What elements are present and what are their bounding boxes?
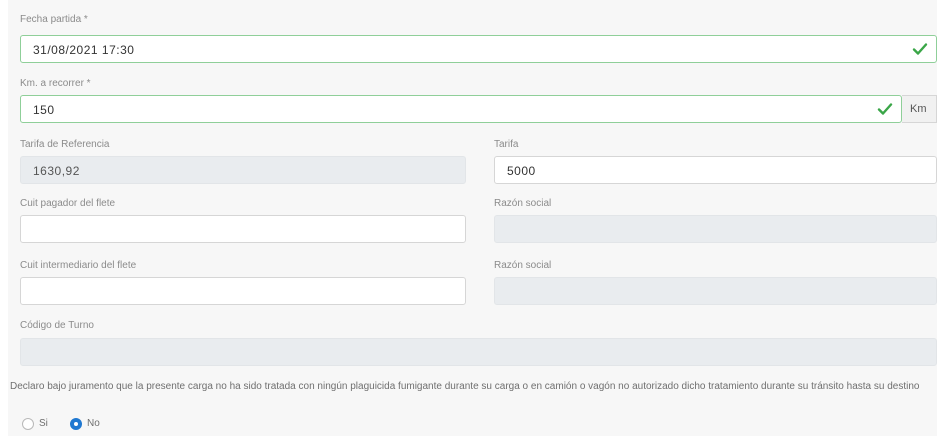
radio-si-circle[interactable] [22,418,34,430]
radio-si-label: Si [39,418,48,429]
tarifa-input[interactable]: 5000 [494,156,937,184]
check-icon [877,103,893,115]
tarifa-referencia-value: 1630,92 [33,164,80,178]
tarifa-value: 5000 [507,164,536,178]
razon-social-pagador-label: Razón social [494,198,552,209]
fecha-partida-input[interactable]: 31/08/2021 17:30 [20,35,937,63]
fecha-partida-value: 31/08/2021 17:30 [33,43,135,57]
tarifa-label: Tarifa [494,139,519,150]
razon-social-intermediario-label: Razón social [494,260,552,271]
cuit-intermediario-input[interactable] [20,277,466,305]
radio-no-circle[interactable] [70,418,82,430]
razon-social-pagador-field [494,215,937,243]
codigo-turno-label: Código de Turno [20,320,94,331]
declaracion-text: Declaro bajo juramento que la presente c… [10,381,920,392]
km-recorrer-input[interactable]: 150 [20,95,902,123]
tarifa-referencia-label: Tarifa de Referencia [20,139,110,150]
km-recorrer-value: 150 [33,103,55,117]
fecha-partida-label: Fecha partida * [20,14,88,25]
radio-no-label: No [87,418,100,429]
cuit-intermediario-label: Cuit intermediario del flete [20,260,137,271]
km-unit-addon: Km [902,95,937,123]
check-icon [912,43,928,55]
cuit-pagador-input[interactable] [20,215,466,243]
km-recorrer-label: Km. a recorrer * [20,78,91,89]
razon-social-intermediario-field [494,277,937,305]
cuit-pagador-label: Cuit pagador del flete [20,198,116,209]
tarifa-referencia-field: 1630,92 [20,156,466,184]
codigo-turno-field [20,338,937,366]
